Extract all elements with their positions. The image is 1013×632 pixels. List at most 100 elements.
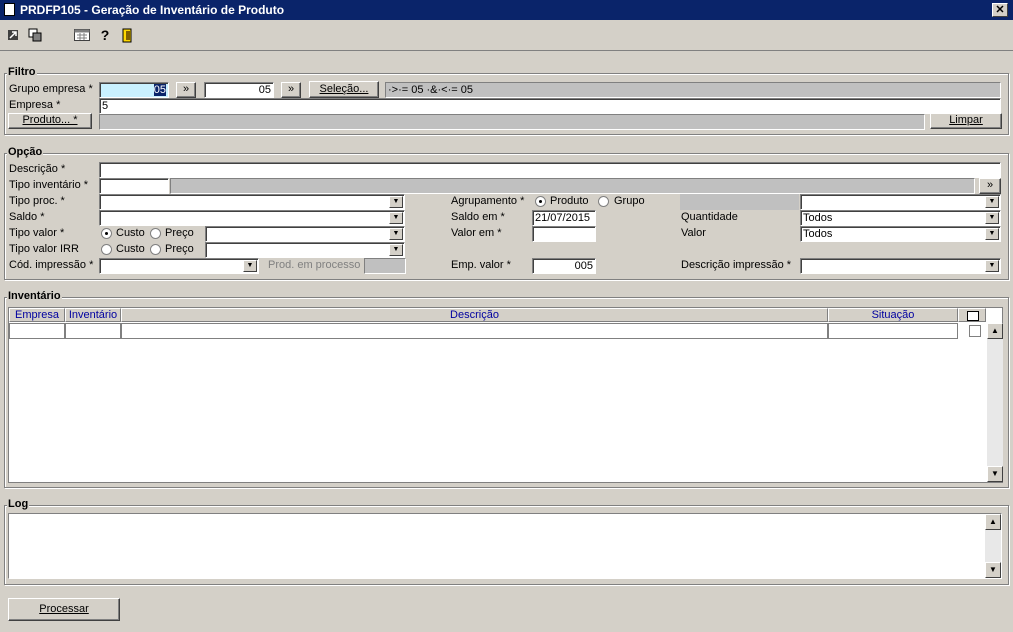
inventario-grid[interactable]: Empresa Inventário Descrição Situação ▲ … (8, 307, 1003, 483)
emp-valor-input[interactable]: 005 (532, 258, 596, 274)
prod-em-processo-field (364, 258, 406, 274)
descricao-input[interactable] (99, 162, 1001, 178)
tipo-inventario-input[interactable] (99, 178, 169, 194)
row-checkbox[interactable] (969, 325, 981, 337)
agrupamento-produto-label: Produto (550, 195, 589, 207)
limpar-button[interactable]: Limpar (930, 113, 1002, 129)
tipo-valor-irr-preco-label: Preço (165, 243, 194, 255)
agrupamento-produto-radio[interactable] (535, 196, 546, 207)
agrupamento-select[interactable]: ▼ (800, 194, 1001, 210)
tipo-valor-custo-label: Custo (116, 227, 145, 239)
exit-icon[interactable] (120, 28, 134, 43)
tipo-valor-irr-label: Tipo valor IRR (9, 243, 79, 255)
grupo-empresa-to-input[interactable]: 05 (204, 82, 274, 98)
agrupamento-grupo-label: Grupo (614, 195, 645, 207)
quantidade-select[interactable]: Todos ▼ (800, 210, 1001, 226)
table-cell-descricao[interactable] (121, 323, 828, 339)
select-all-checkbox-header[interactable] (958, 308, 986, 322)
valor-em-label: Valor em * (451, 227, 502, 239)
tipo-valor-label: Tipo valor * (9, 227, 65, 239)
scroll-down-icon[interactable]: ▼ (987, 466, 1003, 482)
calendar-icon[interactable] (74, 28, 90, 42)
emp-valor-label: Emp. valor * (451, 259, 511, 271)
selecao-button[interactable]: Seleção... (309, 81, 379, 98)
window-title: PRDFP105 - Geração de Inventário de Prod… (20, 3, 285, 17)
inventario-label: Inventário (7, 290, 62, 302)
tipo-valor-custo-radio[interactable] (101, 228, 112, 239)
toolbar: ? (0, 20, 1013, 51)
scroll-up-icon[interactable]: ▲ (987, 323, 1003, 339)
tipo-valor-preco-label: Preço (165, 227, 194, 239)
selecao-expression: ·>·= 05 ·&·<·= 05 (385, 82, 1001, 98)
column-header-empresa[interactable]: Empresa (9, 308, 65, 322)
descricao-label: Descrição * (9, 163, 66, 175)
tipo-proc-select[interactable]: ▼ (99, 194, 405, 210)
tipo-inventario-lookup-button[interactable]: » (979, 178, 1001, 194)
table-cell-empresa[interactable] (9, 323, 65, 339)
saldo-label: Saldo * (9, 211, 45, 223)
saldo-em-input[interactable]: 21/07/2015 (532, 210, 596, 226)
tipo-valor-preco-radio[interactable] (150, 228, 161, 239)
quantidade-label: Quantidade (681, 211, 738, 223)
tipo-valor-irr-custo-radio[interactable] (101, 244, 112, 255)
title-bar: PRDFP105 - Geração de Inventário de Prod… (0, 0, 1013, 20)
descricao-impressao-select[interactable]: ▼ (800, 258, 1001, 274)
column-header-descricao[interactable]: Descrição (121, 308, 828, 322)
empresa-input[interactable]: 5 (99, 98, 1001, 114)
chevron-down-icon[interactable]: ▼ (985, 196, 999, 208)
close-button[interactable]: ✕ (992, 3, 1008, 17)
chevron-down-icon[interactable]: ▼ (389, 196, 403, 208)
chevron-down-icon[interactable]: ▼ (985, 228, 999, 240)
chevron-down-icon[interactable]: ▼ (389, 228, 403, 240)
log-scrollbar[interactable]: ▲ ▼ (985, 514, 1001, 578)
tipo-proc-label: Tipo proc. * (9, 195, 65, 207)
descricao-impressao-label: Descrição impressão * (681, 259, 792, 271)
log-textarea[interactable]: ▲ ▼ (8, 513, 1002, 579)
column-header-situacao[interactable]: Situação (828, 308, 958, 322)
log-label: Log (7, 498, 30, 510)
processar-button[interactable]: Processar (8, 598, 120, 621)
table-cell-situacao[interactable] (828, 323, 958, 339)
chevron-down-icon[interactable]: ▼ (985, 212, 999, 224)
tipo-valor-select[interactable]: ▼ (205, 226, 405, 242)
column-header-inventario[interactable]: Inventário (65, 308, 121, 322)
opcao-label: Opção (7, 146, 44, 158)
cod-impressao-label: Cód. impressão * (9, 259, 94, 271)
valor-select[interactable]: Todos ▼ (800, 226, 1001, 242)
grupo-empresa-label: Grupo empresa * (9, 83, 93, 95)
empresa-label: Empresa * (9, 99, 61, 111)
chevron-down-icon[interactable]: ▼ (985, 260, 999, 272)
grupo-empresa-to-lookup-button[interactable]: » (281, 82, 301, 98)
tipo-inventario-description (170, 178, 975, 194)
grupo-empresa-from-lookup-button[interactable]: » (176, 82, 196, 98)
copy-icon[interactable] (28, 28, 42, 42)
chevron-down-icon[interactable]: ▼ (243, 260, 257, 272)
filtro-label: Filtro (7, 66, 37, 78)
cod-impressao-select[interactable]: ▼ (99, 258, 259, 274)
produto-field (99, 114, 925, 130)
agrupamento-label: Agrupamento * (451, 195, 525, 207)
grupo-empresa-from-input[interactable]: 05 (99, 82, 169, 98)
select-all-checkbox[interactable] (967, 311, 979, 321)
table-cell-inventario[interactable] (65, 323, 121, 339)
app-icon (4, 3, 15, 16)
valor-em-input[interactable] (532, 226, 596, 242)
tipo-valor-irr-custo-label: Custo (116, 243, 145, 255)
agrupamento-disabled-field (680, 194, 799, 210)
agrupamento-grupo-radio[interactable] (598, 196, 609, 207)
scroll-down-icon[interactable]: ▼ (985, 562, 1001, 578)
produto-button[interactable]: Produto... * (8, 113, 92, 129)
saldo-select[interactable]: ▼ (99, 210, 405, 226)
valor-label: Valor (681, 227, 706, 239)
chevron-down-icon[interactable]: ▼ (389, 212, 403, 224)
scroll-up-icon[interactable]: ▲ (985, 514, 1001, 530)
help-icon[interactable]: ? (98, 28, 112, 42)
inventario-scrollbar[interactable]: ▲ ▼ (987, 323, 1003, 482)
prod-em-processo-label: Prod. em processo (268, 259, 361, 271)
tipo-valor-irr-select[interactable]: ▼ (205, 242, 405, 258)
return-icon[interactable] (6, 28, 20, 42)
chevron-down-icon[interactable]: ▼ (389, 244, 403, 256)
saldo-em-label: Saldo em * (451, 211, 505, 223)
tipo-valor-irr-preco-radio[interactable] (150, 244, 161, 255)
tipo-inventario-label: Tipo inventário * (9, 179, 89, 191)
